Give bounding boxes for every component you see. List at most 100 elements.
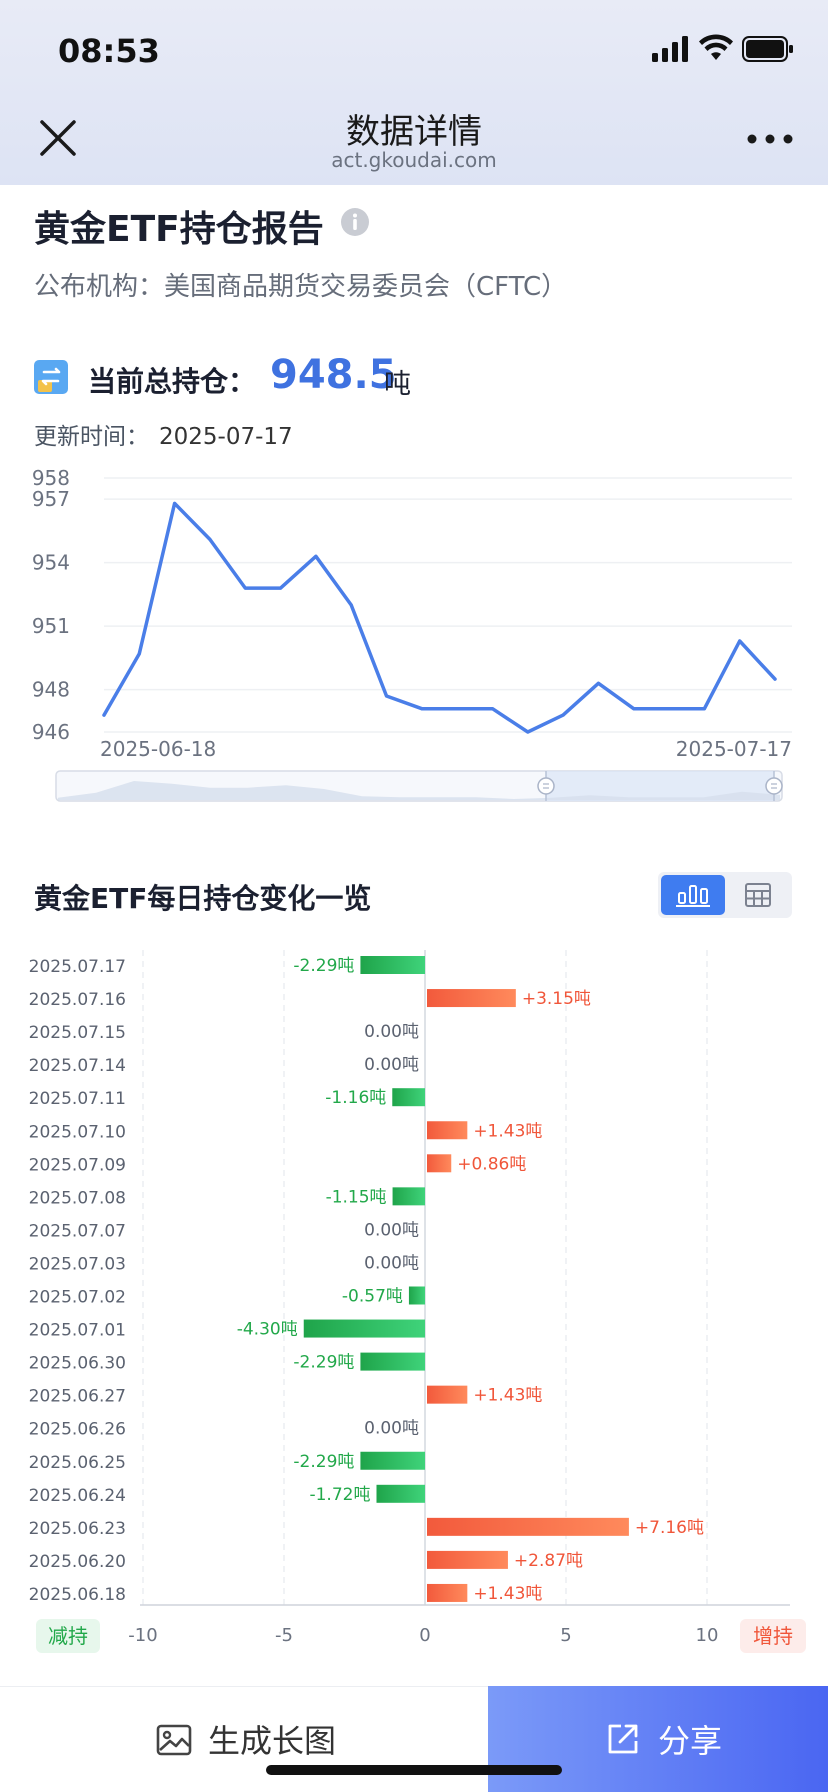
status-bar: 08:53 [0, 0, 828, 96]
bar-increase [427, 1550, 508, 1569]
data-point [632, 707, 636, 711]
bar-decrease [392, 1187, 425, 1206]
report-title-text: 黄金ETF持仓报告 [34, 209, 324, 250]
value-label: -1.15吨 [326, 1187, 387, 1207]
data-point [738, 639, 742, 643]
bar-chart-icon [676, 885, 710, 907]
category-label: 2025.07.17 [29, 957, 126, 977]
value-label: +0.86吨 [457, 1154, 526, 1174]
decrease-tag: 减持 [48, 1624, 88, 1648]
share-label: 分享 [658, 1722, 723, 1760]
value-label: +1.43吨 [473, 1121, 542, 1141]
bar-increase [427, 1385, 468, 1404]
bar-decrease [408, 1286, 425, 1305]
category-label: 2025.06.24 [29, 1486, 126, 1506]
table-view-button[interactable] [726, 875, 790, 915]
data-point [773, 677, 777, 681]
category-label: 2025.06.23 [29, 1519, 126, 1539]
y-tick-label: 951 [32, 614, 70, 638]
y-tick-label: 957 [32, 487, 70, 511]
update-time-label: 更新时间： [34, 424, 149, 450]
value-label: -0.57吨 [342, 1287, 403, 1307]
bar-decrease [392, 1088, 425, 1107]
data-point [173, 501, 177, 505]
cellular-signal-icon [652, 36, 688, 62]
x-tick-label: 5 [560, 1625, 571, 1646]
x-tick-label: 10 [696, 1625, 719, 1646]
data-point [526, 730, 530, 734]
category-label: 2025.06.20 [29, 1552, 126, 1572]
bar-increase [427, 1517, 629, 1536]
data-point [208, 537, 212, 541]
bar-decrease [360, 1352, 425, 1371]
range-slider-handle [537, 777, 555, 795]
bar-decrease [376, 1484, 425, 1503]
category-label: 2025.07.09 [29, 1155, 126, 1175]
daily-change-title: 黄金ETF每日持仓变化一览 [34, 882, 372, 915]
bottom-action-bar: 生成长图 分享 [0, 1686, 828, 1792]
category-label: 2025.07.03 [29, 1254, 126, 1274]
update-time: 更新时间： 2025-07-17 [34, 417, 293, 451]
value-label: -2.29吨 [293, 1452, 354, 1472]
bar-increase [427, 1121, 468, 1140]
nav-bar: 数据详情 act.gkoudai.com [0, 96, 828, 185]
data-point [596, 681, 600, 685]
value-label: -1.16吨 [325, 1088, 386, 1108]
data-point [137, 652, 141, 656]
category-label: 2025.06.26 [29, 1420, 126, 1440]
category-label: 2025.06.18 [29, 1585, 126, 1605]
value-label: -1.72吨 [309, 1485, 370, 1505]
generate-image-label: 生成长图 [208, 1722, 337, 1760]
x-tick-label: 2025-07-17 [676, 737, 792, 761]
chart-view-button[interactable] [661, 875, 725, 915]
category-label: 2025.07.15 [29, 1023, 126, 1043]
data-point [667, 707, 671, 711]
more-icon[interactable] [746, 132, 794, 146]
value-label: -2.29吨 [293, 1353, 354, 1373]
data-point [702, 707, 706, 711]
data-point [455, 707, 459, 711]
category-label: 2025.07.16 [29, 990, 126, 1010]
page-domain: act.gkoudai.com [331, 148, 497, 172]
data-point [385, 694, 389, 698]
share-icon [608, 1724, 638, 1754]
bar-decrease [360, 1451, 425, 1470]
bar-decrease [360, 956, 425, 974]
bar-decrease [303, 1319, 425, 1338]
status-time: 08:53 [58, 32, 160, 70]
report-title: 黄金ETF持仓报告 [34, 200, 324, 252]
value-label: +2.87吨 [514, 1551, 583, 1571]
y-tick-label: 954 [32, 551, 70, 575]
category-label: 2025.06.27 [29, 1387, 126, 1407]
increase-tag: 增持 [753, 1624, 793, 1648]
home-indicator [266, 1765, 562, 1775]
data-point [420, 707, 424, 711]
daily-change-bar-chart: 2025.07.17 -2.29吨 2025.07.16 +3.15吨 2025.07.… [29, 950, 806, 1653]
value-label: -4.30吨 [237, 1320, 298, 1340]
table-icon [745, 883, 771, 907]
y-tick-label: 958 [32, 466, 70, 490]
bar-increase [427, 1154, 452, 1173]
x-tick-label: 0 [419, 1625, 430, 1646]
value-label: +3.15吨 [522, 989, 591, 1009]
data-point [243, 586, 247, 590]
battery-icon [742, 36, 793, 62]
current-holdings-unit: 吨 [384, 369, 411, 400]
category-label: 2025.07.02 [29, 1288, 126, 1308]
image-icon [156, 1724, 192, 1756]
bar-increase [427, 989, 516, 1008]
category-label: 2025.07.08 [29, 1188, 126, 1208]
bar-increase [427, 1583, 468, 1602]
transfer-icon [34, 360, 68, 394]
data-point [561, 713, 565, 717]
page-title: 数据详情 [346, 112, 482, 152]
y-tick-label: 946 [32, 720, 70, 744]
update-time-value: 2025-07-17 [159, 424, 293, 450]
category-label: 2025.06.25 [29, 1453, 126, 1473]
value-label: 0.00吨 [364, 1022, 419, 1042]
data-point [314, 554, 318, 558]
value-label: 0.00吨 [364, 1419, 419, 1439]
range-slider-handle [765, 777, 783, 795]
data-point [349, 603, 353, 607]
info-icon[interactable] [340, 207, 370, 237]
